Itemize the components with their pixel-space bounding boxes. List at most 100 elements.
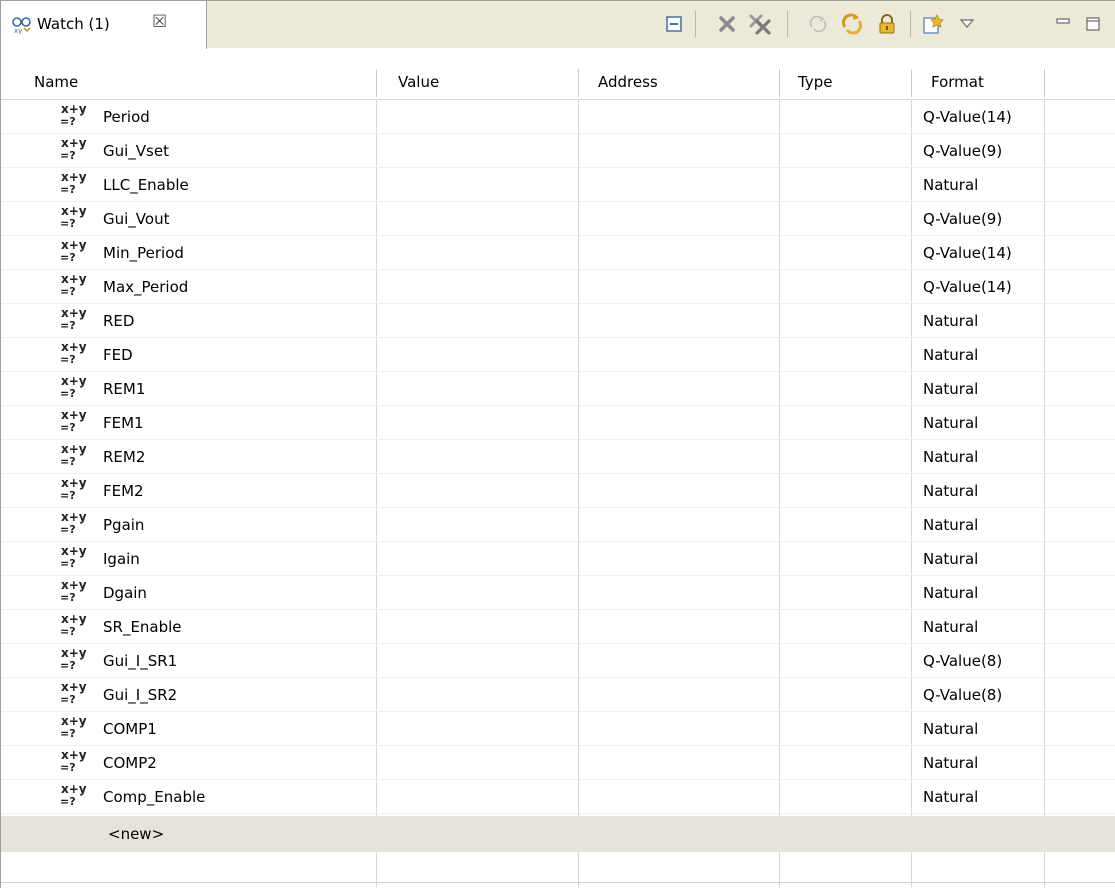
expression-format[interactable]: Q-Value(14) bbox=[923, 244, 1012, 262]
new-expression-icon[interactable] bbox=[921, 10, 947, 38]
svg-text:=?: =? bbox=[60, 795, 76, 808]
lock-icon[interactable] bbox=[874, 10, 900, 38]
expression-format[interactable]: Natural bbox=[923, 720, 978, 738]
table-row[interactable]: x+y =? COMP2 Natural bbox=[1, 746, 1115, 780]
column-divider[interactable] bbox=[911, 69, 912, 97]
expression-format[interactable]: Natural bbox=[923, 754, 978, 772]
column-header-name[interactable]: Name bbox=[34, 73, 78, 91]
expression-format[interactable]: Natural bbox=[923, 380, 978, 398]
svg-text:x+y: x+y bbox=[61, 646, 87, 660]
expression-format[interactable]: Natural bbox=[923, 550, 978, 568]
table-row[interactable]: x+y =? RED Natural bbox=[1, 304, 1115, 338]
maximize-icon[interactable] bbox=[1080, 10, 1106, 38]
expression-name[interactable]: Gui_Vout bbox=[103, 210, 169, 228]
svg-text:x+y: x+y bbox=[61, 612, 87, 626]
expression-format[interactable]: Q-Value(14) bbox=[923, 108, 1012, 126]
expression-name[interactable]: COMP1 bbox=[103, 720, 157, 738]
expression-format[interactable]: Q-Value(9) bbox=[923, 142, 1002, 160]
expression-format[interactable]: Q-Value(9) bbox=[923, 210, 1002, 228]
svg-text:=?: =? bbox=[60, 353, 76, 366]
table-row[interactable]: x+y =? SR_Enable Natural bbox=[1, 610, 1115, 644]
expression-format[interactable]: Natural bbox=[923, 584, 978, 602]
table-row[interactable]: x+y =? REM1 Natural bbox=[1, 372, 1115, 406]
continuous-refresh-icon[interactable] bbox=[839, 10, 865, 38]
table-row[interactable]: x+y =? COMP1 Natural bbox=[1, 712, 1115, 746]
expression-name[interactable]: REM2 bbox=[103, 448, 145, 466]
column-divider[interactable] bbox=[779, 69, 780, 97]
table-row[interactable]: x+y =? FEM2 Natural bbox=[1, 474, 1115, 508]
expression-name[interactable]: FED bbox=[103, 346, 133, 364]
expression-format[interactable]: Q-Value(14) bbox=[923, 278, 1012, 296]
table-row[interactable]: x+y =? Max_Period Q-Value(14) bbox=[1, 270, 1115, 304]
expression-format[interactable]: Natural bbox=[923, 176, 978, 194]
expression-format[interactable]: Natural bbox=[923, 618, 978, 636]
column-divider[interactable] bbox=[376, 69, 377, 97]
expression-name[interactable]: RED bbox=[103, 312, 134, 330]
expression-name[interactable]: Gui_I_SR1 bbox=[103, 652, 177, 670]
table-row[interactable]: x+y =? FED Natural bbox=[1, 338, 1115, 372]
watch-tab[interactable]: xy Watch (1) ☒ bbox=[1, 1, 207, 49]
expression-name[interactable]: Pgain bbox=[103, 516, 144, 534]
column-divider[interactable] bbox=[1044, 69, 1045, 97]
expression-icon: x+y=? bbox=[60, 476, 87, 502]
expression-format[interactable]: Natural bbox=[923, 448, 978, 466]
column-header-format[interactable]: Format bbox=[931, 73, 984, 91]
expression-name[interactable]: REM1 bbox=[103, 380, 145, 398]
expression-icon: x+y=? bbox=[60, 102, 87, 128]
new-expression-row[interactable]: <new> bbox=[1, 816, 1115, 852]
expression-name[interactable]: Gui_Vset bbox=[103, 142, 169, 160]
table-row[interactable]: x+y =? Comp_Enable Natural bbox=[1, 780, 1115, 814]
watch-expressions-table: x+y =? Period Q-Value(14) x+y =? Gui_Vset Q-Val… bbox=[1, 100, 1115, 888]
remove-icon[interactable] bbox=[714, 10, 740, 38]
expression-name[interactable]: Period bbox=[103, 108, 150, 126]
table-row[interactable]: x+y =? Dgain Natural bbox=[1, 576, 1115, 610]
view-menu-icon[interactable] bbox=[954, 10, 980, 38]
expression-name[interactable]: FEM2 bbox=[103, 482, 144, 500]
new-expression-label[interactable]: <new> bbox=[108, 825, 164, 843]
expression-name[interactable]: COMP2 bbox=[103, 754, 157, 772]
table-row[interactable]: x+y =? LLC_Enable Natural bbox=[1, 168, 1115, 202]
table-row[interactable]: x+y =? Gui_I_SR1 Q-Value(8) bbox=[1, 644, 1115, 678]
column-header-address[interactable]: Address bbox=[598, 73, 658, 91]
expression-format[interactable]: Natural bbox=[923, 312, 978, 330]
expression-format[interactable]: Natural bbox=[923, 414, 978, 432]
svg-text:x+y: x+y bbox=[61, 714, 87, 728]
expression-name[interactable]: FEM1 bbox=[103, 414, 144, 432]
svg-text:=?: =? bbox=[60, 387, 76, 400]
expression-name[interactable]: Max_Period bbox=[103, 278, 188, 296]
table-row[interactable]: x+y =? Gui_Vout Q-Value(9) bbox=[1, 202, 1115, 236]
close-icon[interactable]: ☒ bbox=[152, 12, 167, 32]
svg-text:=?: =? bbox=[60, 659, 76, 672]
remove-all-icon[interactable] bbox=[747, 10, 773, 38]
table-row[interactable]: x+y =? Period Q-Value(14) bbox=[1, 100, 1115, 134]
expression-format[interactable]: Natural bbox=[923, 516, 978, 534]
table-row[interactable]: x+y =? Min_Period Q-Value(14) bbox=[1, 236, 1115, 270]
column-header-value[interactable]: Value bbox=[398, 73, 439, 91]
table-row[interactable]: x+y =? Gui_I_SR2 Q-Value(8) bbox=[1, 678, 1115, 712]
expression-name[interactable]: LLC_Enable bbox=[103, 176, 189, 194]
table-row[interactable]: x+y =? REM2 Natural bbox=[1, 440, 1115, 474]
expression-name[interactable]: Gui_I_SR2 bbox=[103, 686, 177, 704]
column-header-type[interactable]: Type bbox=[798, 73, 832, 91]
expression-format[interactable]: Q-Value(8) bbox=[923, 686, 1002, 704]
expression-name[interactable]: Min_Period bbox=[103, 244, 184, 262]
expression-format[interactable]: Natural bbox=[923, 482, 978, 500]
svg-text:x+y: x+y bbox=[61, 170, 87, 184]
collapse-all-icon[interactable] bbox=[661, 10, 687, 38]
table-row[interactable]: x+y =? Igain Natural bbox=[1, 542, 1115, 576]
expression-name[interactable]: Comp_Enable bbox=[103, 788, 205, 806]
minimize-icon[interactable] bbox=[1050, 10, 1076, 38]
expression-name[interactable]: Dgain bbox=[103, 584, 147, 602]
expression-format[interactable]: Natural bbox=[923, 788, 978, 806]
expression-format[interactable]: Q-Value(8) bbox=[923, 652, 1002, 670]
table-row[interactable]: x+y =? FEM1 Natural bbox=[1, 406, 1115, 440]
expression-icon: x+y=? bbox=[60, 136, 87, 162]
expression-format[interactable]: Natural bbox=[923, 346, 978, 364]
svg-text:=?: =? bbox=[60, 421, 76, 434]
expression-name[interactable]: SR_Enable bbox=[103, 618, 182, 636]
expression-name[interactable]: Igain bbox=[103, 550, 140, 568]
refresh-icon[interactable] bbox=[805, 10, 831, 38]
table-row[interactable]: x+y =? Gui_Vset Q-Value(9) bbox=[1, 134, 1115, 168]
table-row[interactable]: x+y =? Pgain Natural bbox=[1, 508, 1115, 542]
column-divider[interactable] bbox=[578, 69, 579, 97]
